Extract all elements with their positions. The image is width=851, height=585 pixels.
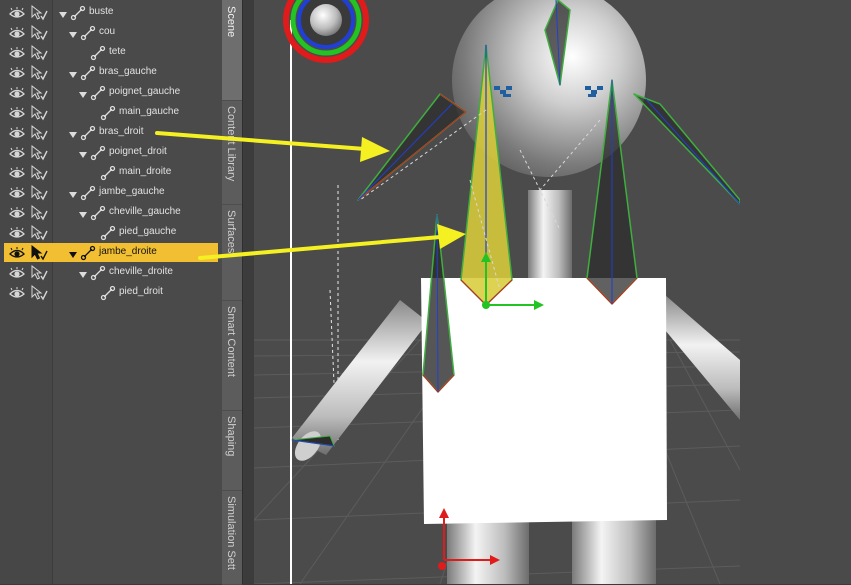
annotation-arrow-bras-droit [155,131,390,162]
annotation-arrow-jambe-droite [198,224,466,260]
